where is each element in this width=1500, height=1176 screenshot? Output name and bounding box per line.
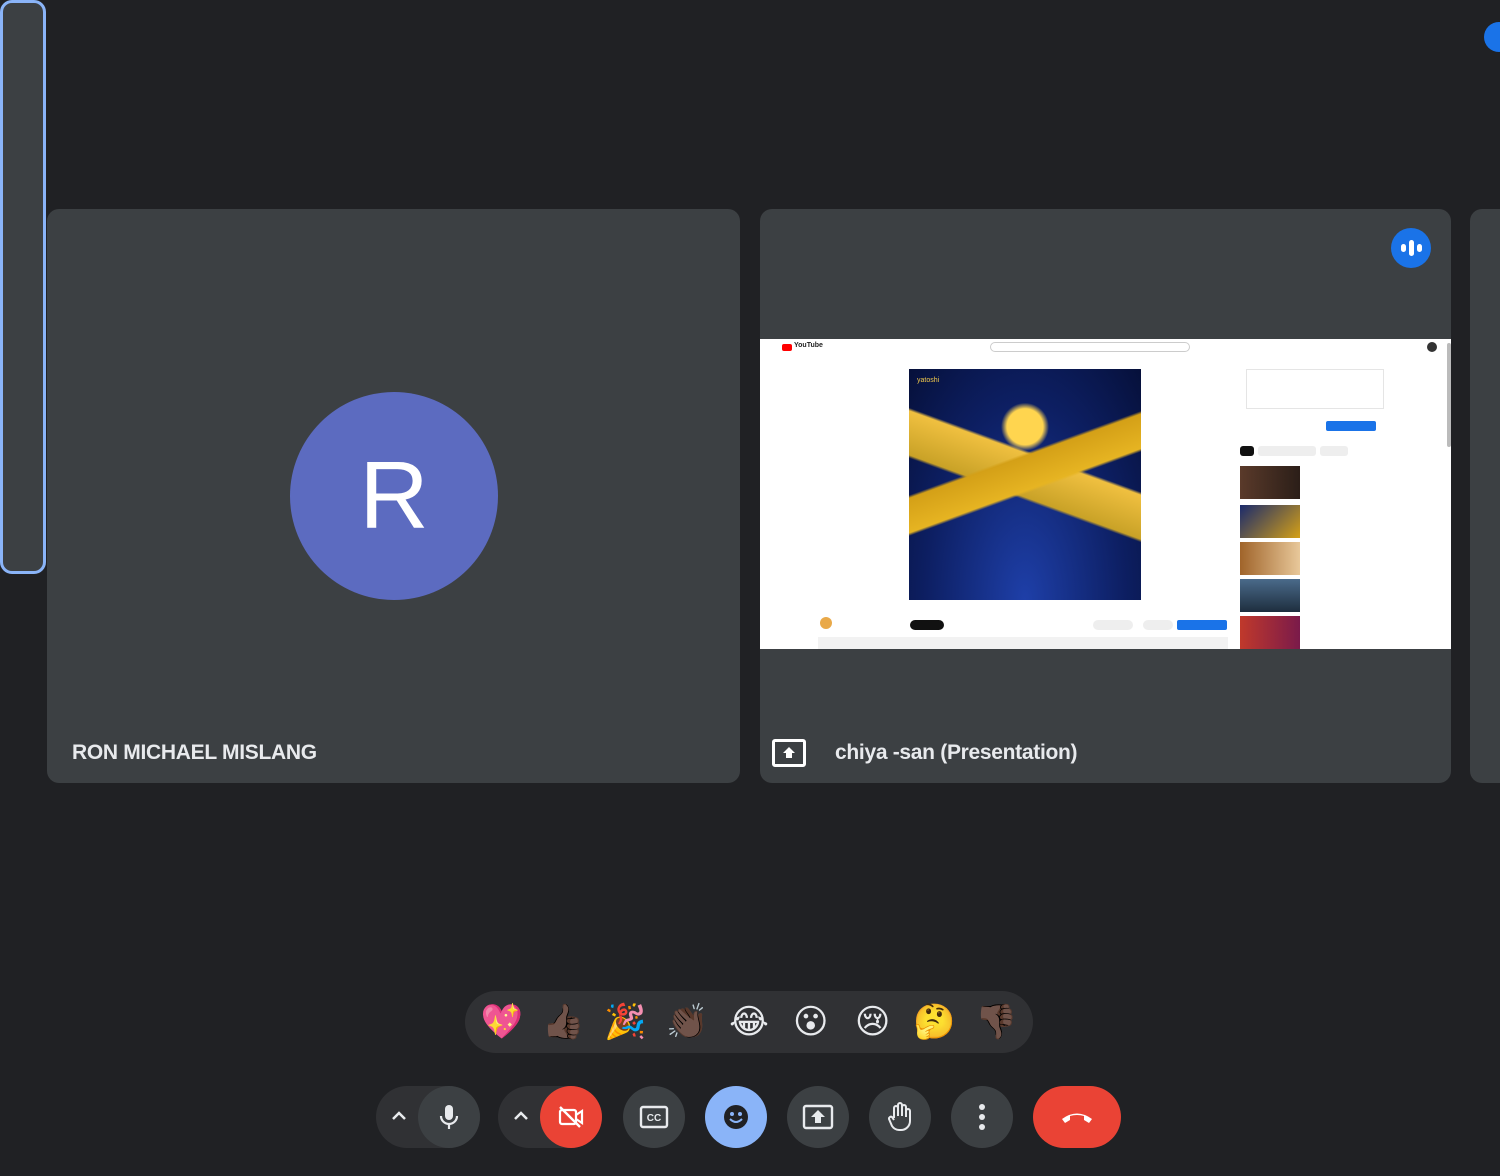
more-options-button[interactable] <box>951 1086 1013 1148</box>
join-button <box>1326 421 1376 431</box>
artwork-label: yatoshi <box>917 377 940 384</box>
video-artwork: yatoshi <box>909 369 1141 600</box>
recommended-video <box>1240 466 1400 499</box>
camera-options-chevron-up-icon[interactable] <box>512 1106 530 1127</box>
reaction-laugh[interactable]: 😂 <box>724 1002 774 1042</box>
download-button <box>1177 620 1227 630</box>
svg-text:CC: CC <box>647 1113 661 1124</box>
video-description <box>818 637 1228 649</box>
yt-sidebar <box>1240 339 1451 649</box>
recommended-video <box>1240 579 1400 612</box>
video-thumbnail <box>1240 542 1300 575</box>
recommended-video <box>1240 542 1400 575</box>
reaction-sad[interactable]: 😢 <box>848 1002 898 1042</box>
chip <box>1320 446 1348 456</box>
reactions-bar: 💖 👍🏿 🎉 👏🏿 😂 😮 😢 🤔 👎🏿 <box>465 991 1033 1053</box>
mic-icon <box>439 1105 459 1129</box>
present-screen-icon <box>802 1104 834 1130</box>
reaction-heart[interactable]: 💖 <box>477 1002 527 1042</box>
share-button <box>1143 620 1173 630</box>
participant-tile-right-partial[interactable] <box>1470 209 1500 783</box>
video-thumbnail <box>1240 466 1300 499</box>
video-thumbnail <box>1240 616 1300 649</box>
reaction-thumbs-down[interactable]: 👎🏿 <box>971 1002 1021 1042</box>
recommended-video <box>1240 505 1400 538</box>
reaction-thinking[interactable]: 🤔 <box>909 1002 959 1042</box>
like-button <box>1093 620 1133 630</box>
reaction-clap[interactable]: 👏🏿 <box>662 1002 712 1042</box>
camera-off-icon <box>558 1106 584 1128</box>
raise-hand-button[interactable] <box>869 1086 931 1148</box>
emoji-reactions-button[interactable] <box>705 1086 767 1148</box>
speaking-indicator-icon <box>1391 228 1431 268</box>
mic-control-group <box>376 1086 480 1148</box>
live-chat-box <box>1246 369 1384 409</box>
captions-button[interactable]: CC <box>623 1086 685 1148</box>
shared-screen: YouTube yatoshi <box>760 339 1451 649</box>
hand-icon <box>888 1102 911 1131</box>
more-vert-icon <box>979 1104 985 1130</box>
mic-button[interactable] <box>418 1086 480 1148</box>
leave-call-button[interactable] <box>1033 1086 1121 1148</box>
participant-name: RON MICHAEL MISLANG <box>72 741 317 764</box>
reaction-surprised[interactable]: 😮 <box>786 1002 836 1042</box>
presentation-icon <box>772 739 806 767</box>
mic-options-chevron-up-icon[interactable] <box>390 1106 408 1127</box>
scrollbar <box>1447 343 1451 447</box>
video-thumbnail <box>1240 505 1300 538</box>
reaction-thumbs-up[interactable]: 👍🏿 <box>539 1002 589 1042</box>
participant-tile-left-partial[interactable] <box>0 0 1500 574</box>
smiley-icon <box>724 1105 748 1129</box>
participant-tile-presentation[interactable]: YouTube yatoshi chiya -san (Presentation… <box>760 209 1451 783</box>
channel-avatar <box>820 617 832 629</box>
hang-up-icon <box>1062 1113 1092 1123</box>
chip <box>1258 446 1316 456</box>
captions-icon: CC <box>639 1105 669 1129</box>
camera-button[interactable] <box>540 1086 602 1148</box>
yt-search-bar <box>990 342 1190 352</box>
video-thumbnail <box>1240 579 1300 612</box>
participant-name: chiya -san (Presentation) <box>835 741 1078 764</box>
site-name: YouTube <box>794 342 823 349</box>
participant-tile-ron[interactable]: R RON MICHAEL MISLANG <box>47 209 740 783</box>
recommended-video <box>1240 616 1400 649</box>
filter-chips <box>1240 446 1400 456</box>
speaking-indicator-icon <box>1484 22 1500 52</box>
present-now-button[interactable] <box>787 1086 849 1148</box>
avatar: R <box>290 392 498 600</box>
camera-control-group <box>498 1086 602 1148</box>
subscribe-button <box>910 620 944 630</box>
youtube-logo-icon <box>782 344 792 351</box>
reaction-party[interactable]: 🎉 <box>600 1002 650 1042</box>
chip <box>1240 446 1254 456</box>
